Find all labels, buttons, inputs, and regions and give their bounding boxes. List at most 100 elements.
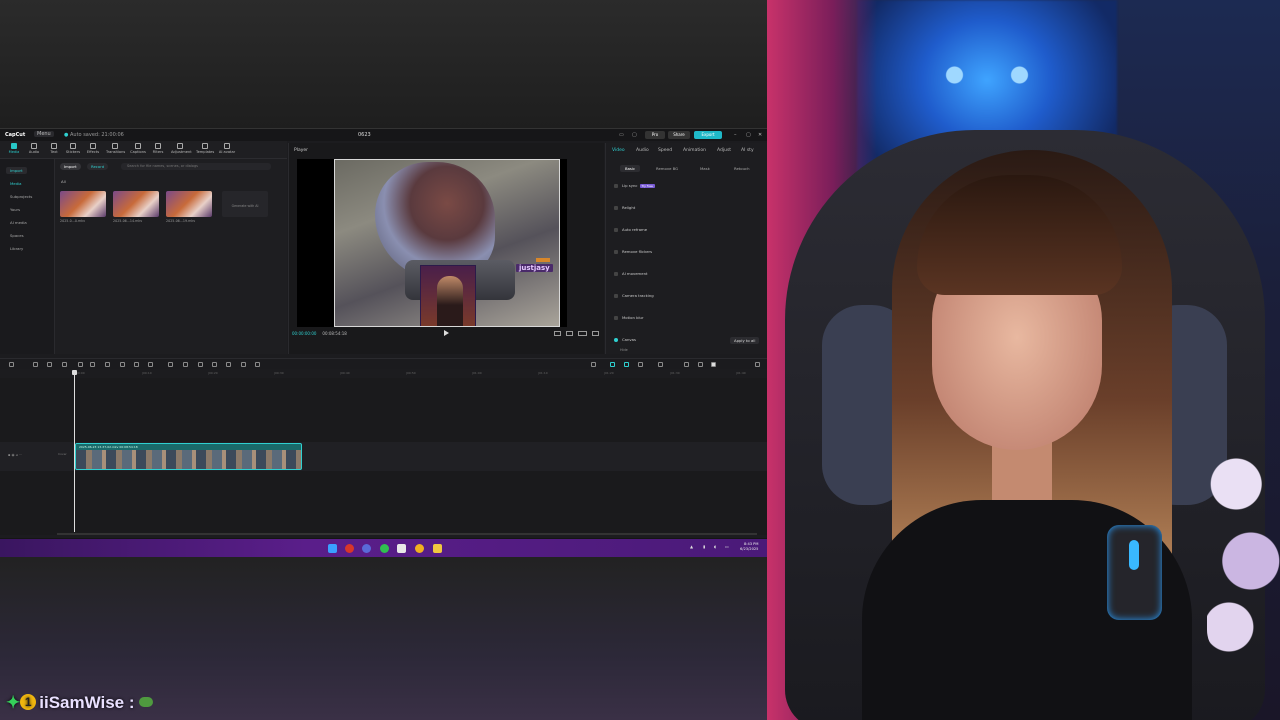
- rotate-icon[interactable]: [168, 362, 173, 367]
- row-camera-tracking[interactable]: Camera tracking: [614, 293, 654, 298]
- tab-adjust[interactable]: Adjust: [717, 148, 731, 153]
- playhead[interactable]: [72, 370, 77, 532]
- toolbar-item-transitions[interactable]: Transitions: [106, 143, 125, 154]
- mic-record-icon[interactable]: [591, 362, 596, 367]
- tab-speed[interactable]: Speed: [658, 148, 672, 153]
- subtab-basic[interactable]: Basic: [620, 165, 641, 172]
- ratio-icon[interactable]: [578, 331, 587, 336]
- preview-viewport[interactable]: justjasy: [297, 159, 567, 327]
- freeze-icon[interactable]: [120, 362, 125, 367]
- folder-icon[interactable]: [433, 544, 442, 553]
- menu-button[interactable]: Menu: [34, 131, 54, 137]
- redo-icon[interactable]: [47, 362, 52, 367]
- media-thumbnail-1[interactable]: [60, 191, 106, 217]
- zoom-slider-icon[interactable]: [698, 362, 703, 367]
- record-button[interactable]: Record: [87, 163, 109, 170]
- tray-chevron-icon[interactable]: ▲: [690, 544, 693, 549]
- monitor-icon[interactable]: ▢: [632, 132, 637, 138]
- zoom-in-icon[interactable]: [755, 362, 760, 367]
- fullscreen-icon[interactable]: [592, 331, 599, 336]
- battery-icon[interactable]: ▭: [725, 544, 729, 549]
- spotify-icon[interactable]: [380, 544, 389, 553]
- media-thumbnail-3[interactable]: [166, 191, 212, 217]
- discord-icon[interactable]: [362, 544, 371, 553]
- ai-icon[interactable]: [212, 362, 217, 367]
- nav-item-import[interactable]: Import: [6, 167, 27, 174]
- nav-item-ai-media[interactable]: AI media: [10, 220, 27, 225]
- tab-ai-style[interactable]: AI sty: [741, 148, 754, 153]
- select-tool-icon[interactable]: [9, 362, 14, 367]
- magnet-icon[interactable]: [610, 362, 615, 367]
- network-icon[interactable]: ▮: [703, 544, 705, 549]
- row-motion-blur[interactable]: Motion blur: [614, 315, 644, 320]
- row-remove-flickers[interactable]: Remove flickers: [614, 249, 652, 254]
- media-search-input[interactable]: Search for file names, scenes, or dialog…: [121, 163, 271, 170]
- marker-icon[interactable]: [226, 362, 231, 367]
- timeline-ruler[interactable]: 00:00 |00:10 |00:20 |00:30 |00:40 |00:50…: [0, 369, 767, 378]
- fit-icon[interactable]: [554, 331, 561, 336]
- taskbar-clock[interactable]: 8:43 PM 6/23/2025: [740, 542, 758, 552]
- more-track-icon[interactable]: ⋯: [19, 453, 23, 457]
- crop-icon[interactable]: [566, 331, 573, 336]
- toolbar-item-ai-avatar[interactable]: AI avatar: [218, 143, 236, 154]
- zoom-fit-icon[interactable]: [658, 362, 663, 367]
- crop-tool-icon[interactable]: [183, 362, 188, 367]
- zoom-handle[interactable]: [711, 362, 716, 367]
- row-lip-sync[interactable]: Lip sync Try free: [614, 183, 655, 188]
- tab-audio[interactable]: Audio: [636, 148, 649, 153]
- toolbar-item-media[interactable]: Media: [5, 143, 23, 154]
- play-button[interactable]: [444, 330, 449, 336]
- more-icon[interactable]: [255, 362, 260, 367]
- toolbar-item-captions[interactable]: Captions: [129, 143, 147, 154]
- export-button[interactable]: Export: [694, 131, 722, 139]
- share-button[interactable]: Share: [668, 131, 690, 139]
- layout-icon[interactable]: ▭: [619, 132, 624, 138]
- media-thumbnail-2[interactable]: [113, 191, 159, 217]
- trim-left-icon[interactable]: [78, 362, 83, 367]
- nav-item-subprojects[interactable]: Subprojects: [10, 194, 32, 199]
- undo-icon[interactable]: [33, 362, 38, 367]
- trim-right-icon[interactable]: [90, 362, 95, 367]
- link-icon[interactable]: [624, 362, 629, 367]
- nav-item-library[interactable]: Library: [10, 246, 23, 251]
- reverse-icon[interactable]: [134, 362, 139, 367]
- pro-button[interactable]: Pro: [645, 131, 665, 139]
- row-canvas[interactable]: Canvas: [614, 337, 636, 342]
- row-ai-movement[interactable]: AI movement: [614, 271, 647, 276]
- volume-icon[interactable]: ◖: [714, 544, 716, 549]
- mirror-icon[interactable]: [148, 362, 153, 367]
- subtab-remove-bg[interactable]: Remove BG: [656, 166, 678, 171]
- subtab-mask[interactable]: Mask: [700, 166, 710, 171]
- row-auto-reframe[interactable]: Auto reframe: [614, 227, 647, 232]
- toolbar-item-filters[interactable]: Filters: [149, 143, 167, 154]
- hide-row[interactable]: Hide: [620, 348, 628, 352]
- nav-item-spaces[interactable]: Spaces: [10, 233, 24, 238]
- hide-track-icon[interactable]: ◉: [12, 453, 15, 457]
- toolbar-item-audio[interactable]: Audio: [25, 143, 43, 154]
- nav-item-media[interactable]: Media: [10, 181, 21, 186]
- tab-video[interactable]: Video: [612, 148, 625, 153]
- generate-with-ai-tile[interactable]: Generate with AI: [222, 191, 268, 217]
- capcut-taskbar-icon[interactable]: [397, 544, 406, 553]
- chrome-icon[interactable]: [415, 544, 424, 553]
- filter-all[interactable]: All: [61, 179, 66, 184]
- delete-icon[interactable]: [105, 362, 110, 367]
- close-icon[interactable]: ✕: [758, 132, 762, 138]
- auto-reframe-icon[interactable]: [198, 362, 203, 367]
- subtab-retouch[interactable]: Retouch: [734, 166, 750, 171]
- row-relight[interactable]: Relight: [614, 205, 635, 210]
- preview-axis-icon[interactable]: [638, 362, 643, 367]
- magic-icon[interactable]: [241, 362, 246, 367]
- app-icon-1[interactable]: [345, 544, 354, 553]
- start-icon[interactable]: [328, 544, 337, 553]
- mute-icon[interactable]: ◂: [16, 453, 18, 457]
- zoom-out-icon[interactable]: [684, 362, 689, 367]
- import-button[interactable]: Import: [60, 163, 81, 170]
- toolbar-item-stickers[interactable]: Stickers: [64, 143, 82, 154]
- minimize-icon[interactable]: –: [734, 132, 737, 138]
- timeline-scrollbar[interactable]: [57, 533, 757, 535]
- lock-icon[interactable]: ▪: [8, 453, 10, 457]
- timeline-area[interactable]: ▪ ◉ ◂ ⋯ Cover 2025-06-23 13-37-02.mkv 00…: [0, 378, 767, 535]
- toolbar-item-adjustment[interactable]: Adjustment: [171, 143, 192, 154]
- cover-label[interactable]: Cover: [58, 452, 67, 456]
